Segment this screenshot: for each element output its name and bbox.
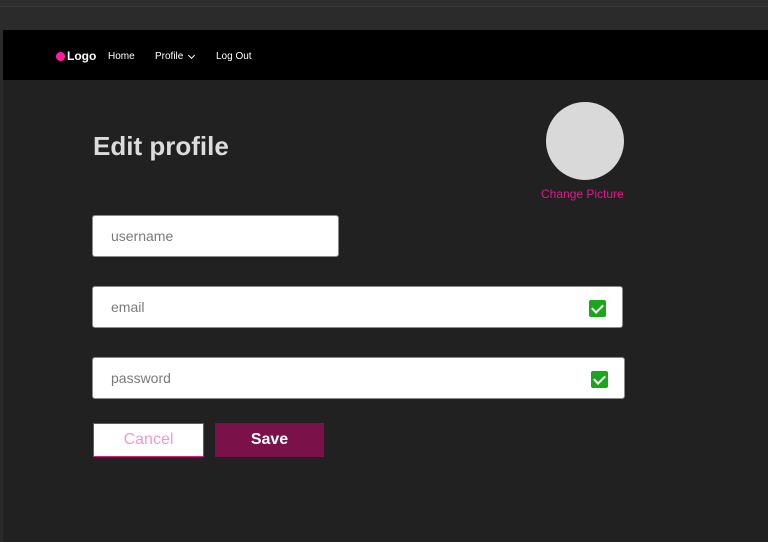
cancel-button[interactable]: Cancel <box>93 423 204 457</box>
nav-profile-label: Profile <box>155 51 184 62</box>
top-strip <box>0 0 768 7</box>
password-input[interactable] <box>109 369 538 387</box>
logo-icon <box>56 51 65 61</box>
page-title: Edit profile <box>93 131 229 161</box>
username-field[interactable] <box>92 215 339 257</box>
email-input[interactable] <box>109 298 537 316</box>
avatar <box>546 102 624 180</box>
chevron-down-icon <box>188 51 196 59</box>
logo[interactable]: Logo <box>56 49 96 63</box>
app-frame: Logo Home Profile Log Out Edit profile C… <box>0 0 768 542</box>
nav-logout-link[interactable]: Log Out <box>216 51 252 62</box>
email-field[interactable] <box>92 286 623 328</box>
password-field[interactable] <box>92 357 625 399</box>
checkmark-icon <box>591 371 608 388</box>
nav-home-link[interactable]: Home <box>108 51 135 62</box>
checkmark-icon <box>589 300 606 317</box>
logo-text: Logo <box>67 49 97 63</box>
nav-profile-menu[interactable]: Profile <box>155 51 196 62</box>
username-input[interactable] <box>109 227 309 245</box>
navbar: Logo Home Profile Log Out <box>3 30 768 80</box>
page-canvas: Logo Home Profile Log Out Edit profile C… <box>3 30 768 542</box>
save-button[interactable]: Save <box>215 423 324 457</box>
change-picture-link[interactable]: Change Picture <box>541 187 624 201</box>
